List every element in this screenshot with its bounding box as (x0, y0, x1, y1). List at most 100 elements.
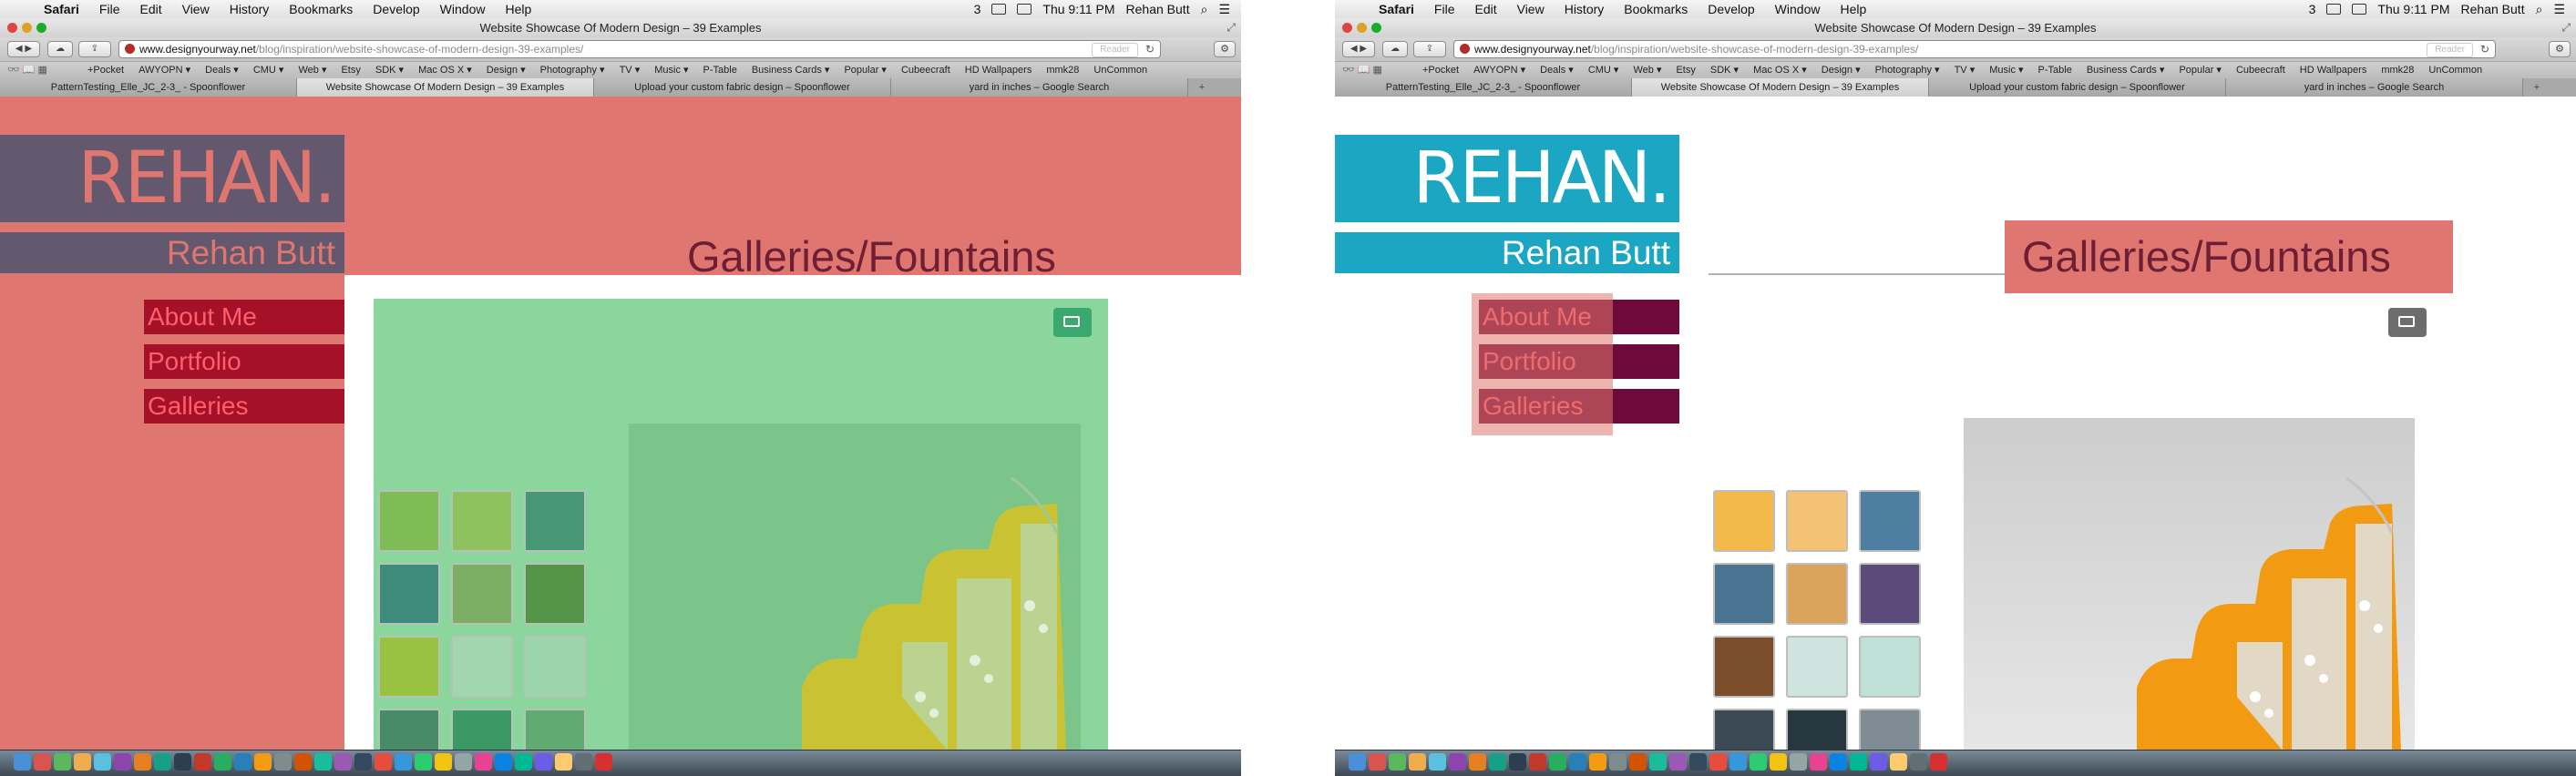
app-icon[interactable] (1509, 753, 1526, 771)
site-name[interactable]: Rehan Butt (0, 232, 344, 273)
clock[interactable]: Thu 9:11 PM (2377, 2, 2449, 17)
menu-window[interactable]: Window (440, 2, 486, 16)
menu-develop[interactable]: Develop (1708, 2, 1754, 16)
back-forward-buttons[interactable]: ◀ ▶ (7, 41, 40, 57)
thumbnail[interactable] (524, 490, 586, 552)
app-icon[interactable] (1569, 753, 1586, 771)
app-icon[interactable] (294, 753, 312, 771)
reading-list-icon[interactable]: 👓 📖 ▦ (1342, 62, 1382, 78)
bookmark-item[interactable]: Design ▾ (1822, 62, 1861, 78)
app-icon[interactable] (1709, 753, 1727, 771)
thumbnail[interactable] (451, 636, 513, 698)
app-icon[interactable] (1870, 753, 1887, 771)
menu-develop[interactable]: Develop (373, 2, 419, 16)
bookmark-item[interactable]: TV ▾ (1955, 62, 1976, 78)
reading-list-icon[interactable]: 👓 📖 ▦ (7, 62, 47, 78)
back-forward-buttons[interactable]: ◀ ▶ (1342, 41, 1375, 57)
app-icon[interactable] (94, 753, 111, 771)
app-icon[interactable] (395, 753, 412, 771)
bookmark-item[interactable]: Music ▾ (1989, 62, 2023, 78)
bookmark-item[interactable]: Deals ▾ (205, 62, 239, 78)
bookmark-item[interactable]: Photography ▾ (1875, 62, 1940, 78)
app-icon[interactable] (354, 753, 372, 771)
thumbnail[interactable] (1859, 490, 1921, 552)
new-tab-button[interactable]: + (1188, 78, 1216, 97)
bookmark-item[interactable]: Design ▾ (487, 62, 526, 78)
thumbnail[interactable] (1786, 563, 1848, 625)
tab-spoonflower-pattern[interactable]: PatternTesting_Elle_JC_2-3_ - Spoonflowe… (1335, 78, 1632, 97)
app-icon[interactable] (274, 753, 292, 771)
close-window-button[interactable] (7, 23, 17, 33)
app-icon[interactable] (1890, 753, 1907, 771)
finder-icon[interactable] (1349, 753, 1366, 771)
wifi-icon[interactable] (2352, 4, 2367, 15)
gear-icon[interactable]: ⚙ (2549, 41, 2571, 57)
thumbnail[interactable] (524, 636, 586, 698)
bookmark-item[interactable]: mmk28 (2381, 62, 2414, 78)
menu-bookmarks[interactable]: Bookmarks (289, 2, 353, 16)
app-icon[interactable] (1830, 753, 1847, 771)
app-icon[interactable] (1729, 753, 1747, 771)
battery-icon[interactable] (2326, 4, 2342, 15)
bookmark-item[interactable]: UnCommon (1093, 62, 1147, 78)
app-icon[interactable] (334, 753, 352, 771)
finder-icon[interactable] (14, 753, 31, 771)
bookmark-item[interactable]: Popular ▾ (2179, 62, 2222, 78)
nav-about-me[interactable]: About Me (144, 300, 344, 334)
site-logo[interactable]: REHAN. (0, 135, 344, 222)
fullscreen-icon[interactable]: ⤢ (1226, 18, 1236, 37)
bookmark-item[interactable]: +Pocket (1422, 62, 1459, 78)
app-icon[interactable] (1469, 753, 1486, 771)
icloud-tabs-button[interactable]: ☁ (47, 41, 73, 57)
tab-google-search[interactable]: yard in inches – Google Search (891, 78, 1188, 97)
reload-icon[interactable]: ↻ (2480, 41, 2489, 57)
app-icon[interactable] (114, 753, 131, 771)
bookmark-item[interactable]: Web ▾ (1633, 62, 1661, 78)
share-button[interactable]: ⇪ (1413, 41, 1446, 57)
app-icon[interactable] (1770, 753, 1787, 771)
fullscreen-icon[interactable]: ⤢ (2561, 18, 2571, 37)
bookmark-item[interactable]: Deals ▾ (1540, 62, 1574, 78)
menu-history[interactable]: History (230, 2, 270, 16)
spotlight-icon[interactable]: ⌕ (1201, 2, 1208, 17)
bookmark-item[interactable]: Mac OS X ▾ (1753, 62, 1807, 78)
app-icon[interactable] (1750, 753, 1767, 771)
app-icon[interactable] (1649, 753, 1667, 771)
list-icon[interactable]: ☰ (1218, 2, 1230, 17)
minimize-window-button[interactable] (22, 23, 32, 33)
bookmark-item[interactable]: Business Cards ▾ (2087, 62, 2165, 78)
app-icon[interactable] (415, 753, 432, 771)
tab-spoonflower-upload[interactable]: Upload your custom fabric design – Spoon… (1929, 78, 2226, 97)
app-icon[interactable] (1790, 753, 1807, 771)
wifi-icon[interactable] (1017, 4, 1032, 15)
thumbnail[interactable] (1786, 636, 1848, 698)
nav-galleries[interactable]: Galleries (144, 389, 344, 424)
bookmark-item[interactable]: Mac OS X ▾ (418, 62, 472, 78)
bookmark-item[interactable]: Music ▾ (654, 62, 688, 78)
thumbnail[interactable] (378, 636, 440, 698)
app-icon[interactable] (1589, 753, 1606, 771)
app-icon[interactable] (555, 753, 572, 771)
bookmark-item[interactable]: mmk28 (1046, 62, 1079, 78)
address-bar[interactable]: www.designyourway.net/blog/inspiration/w… (1453, 40, 2496, 58)
app-icon[interactable] (154, 753, 171, 771)
thumbnail[interactable] (1859, 709, 1921, 750)
bookmark-item[interactable]: AWYOPN ▾ (1473, 62, 1525, 78)
bookmark-item[interactable]: +Pocket (87, 62, 124, 78)
app-icon[interactable] (1369, 753, 1386, 771)
app-icon[interactable] (435, 753, 452, 771)
thumbnail[interactable] (378, 563, 440, 625)
tab-website-showcase[interactable]: Website Showcase Of Modern Design – 39 E… (297, 78, 594, 97)
app-icon[interactable] (1549, 753, 1566, 771)
app-icon[interactable] (1449, 753, 1466, 771)
app-icon[interactable] (174, 753, 191, 771)
nav-portfolio[interactable]: Portfolio (144, 344, 344, 379)
app-icon[interactable] (535, 753, 552, 771)
battery-icon[interactable] (991, 4, 1007, 15)
thumbnail[interactable] (378, 709, 440, 750)
app-icon[interactable] (495, 753, 512, 771)
thumbnail[interactable] (1713, 636, 1775, 698)
gear-icon[interactable]: ⚙ (1214, 41, 1236, 57)
thumbnail[interactable] (1713, 490, 1775, 552)
bookmark-item[interactable]: Cubeecraft (901, 62, 950, 78)
